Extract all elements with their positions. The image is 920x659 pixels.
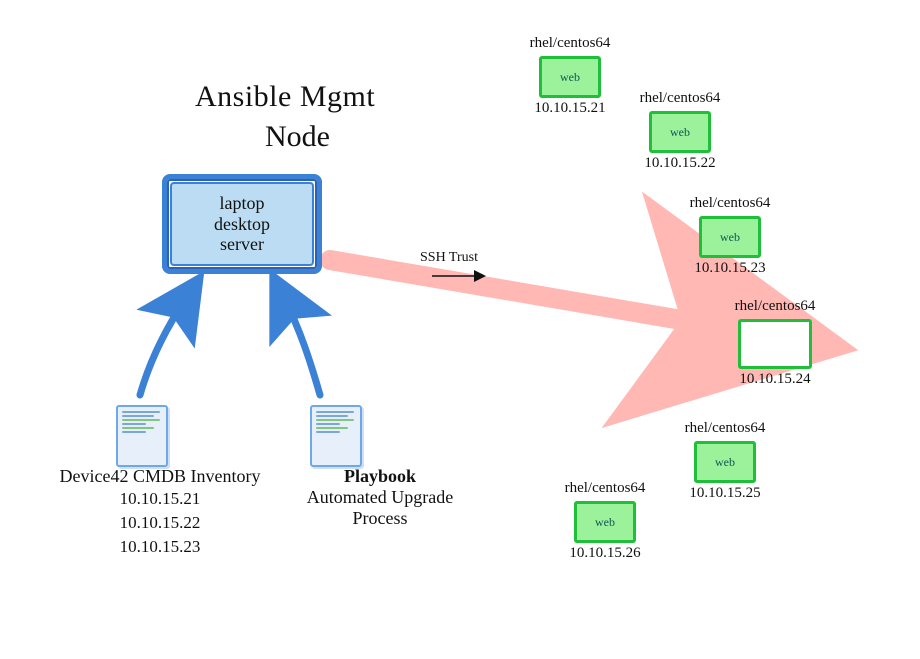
inventory-ip-2: 10.10.15.22: [30, 511, 290, 535]
server-box-icon: web: [694, 441, 756, 483]
server-node-3: rhel/centos64 web 10.10.15.23: [670, 195, 790, 277]
server-node-4: rhel/centos64 10.10.15.24: [715, 298, 835, 388]
ssh-trust-label: SSH Trust: [420, 250, 478, 266]
mgmt-node-box: laptop desktop server: [162, 174, 322, 274]
mgmt-box-line2: desktop: [214, 214, 270, 235]
inventory-block: Device42 CMDB Inventory 10.10.15.21 10.1…: [30, 466, 290, 558]
playbook-title: Playbook: [280, 466, 480, 487]
server-box-icon: web: [539, 56, 601, 98]
server-node-os: rhel/centos64: [510, 35, 630, 52]
playbook-line1: Automated Upgrade: [280, 487, 480, 508]
inventory-ip-1: 10.10.15.21: [30, 487, 290, 511]
server-node-2: rhel/centos64 web 10.10.15.22: [620, 90, 740, 172]
server-node-os: rhel/centos64: [715, 298, 835, 315]
playbook-line2: Process: [280, 508, 480, 529]
playbook-block: Playbook Automated Upgrade Process: [280, 466, 480, 529]
diagram-title-line1: Ansible Mgmt: [195, 80, 375, 114]
server-box-icon: web: [699, 216, 761, 258]
server-node-os: rhel/centos64: [545, 480, 665, 497]
server-node-1: rhel/centos64 web 10.10.15.21: [510, 35, 630, 117]
server-node-ip: 10.10.15.26: [545, 545, 665, 562]
server-box-icon: web: [649, 111, 711, 153]
server-box-label: web: [715, 455, 735, 470]
server-node-ip: 10.10.15.23: [670, 260, 790, 277]
mgmt-box-line3: server: [220, 234, 264, 255]
server-node-ip: 10.10.15.21: [510, 100, 630, 117]
server-box-label: web: [560, 70, 580, 85]
server-box-icon: web: [574, 501, 636, 543]
server-box-label: web: [720, 230, 740, 245]
server-node-6: rhel/centos64 web 10.10.15.26: [545, 480, 665, 562]
server-box-label: web: [670, 125, 690, 140]
inventory-ip-3: 10.10.15.23: [30, 535, 290, 559]
server-node-os: rhel/centos64: [620, 90, 740, 107]
playbook-document-icon: [310, 405, 362, 467]
server-node-os: rhel/centos64: [670, 195, 790, 212]
server-node-5: rhel/centos64 web 10.10.15.25: [665, 420, 785, 502]
inventory-title: Device42 CMDB Inventory: [30, 466, 290, 487]
diagram-title-line2: Node: [265, 120, 330, 154]
server-node-ip: 10.10.15.25: [665, 485, 785, 502]
server-node-ip: 10.10.15.24: [715, 371, 835, 388]
inventory-document-icon: [116, 405, 168, 467]
server-box-label: web: [595, 515, 615, 530]
server-node-os: rhel/centos64: [665, 420, 785, 437]
server-box-icon-blank: [738, 319, 812, 369]
server-node-ip: 10.10.15.22: [620, 155, 740, 172]
mgmt-box-line1: laptop: [220, 193, 265, 214]
